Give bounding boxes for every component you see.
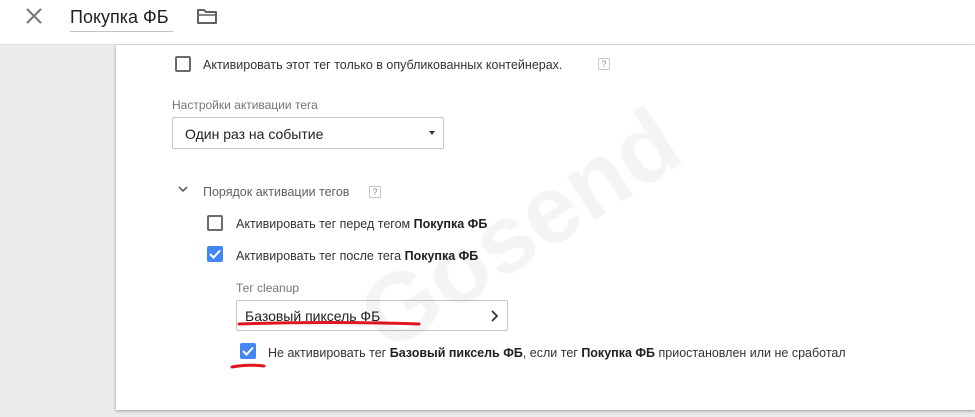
published-only-help-icon[interactable]: ? [598,58,610,70]
fire-after-checkbox[interactable] [207,246,223,262]
firing-options-label: Настройки активации тега [172,98,318,112]
dont-fire-checkbox[interactable] [240,343,256,359]
sequencing-help-icon[interactable]: ? [369,186,381,198]
checkmark-icon [242,346,254,356]
published-only-label: Активировать этот тег только в опубликов… [203,58,563,72]
dont-fire-label: Не активировать тег Базовый пиксель ФБ, … [268,346,846,360]
fire-before-label: Активировать тег перед тегом Покупка ФБ [236,217,488,231]
folder-icon[interactable] [196,6,218,26]
checkmark-icon [209,249,221,259]
published-only-checkbox[interactable] [175,56,191,72]
chevron-down-icon[interactable] [176,184,190,196]
cleanup-tag-value: Базовый пиксель ФБ [245,308,381,324]
fire-after-label: Активировать тег после тега Покупка ФБ [236,249,479,263]
firing-options-value: Один раз на событие [185,126,324,142]
tag-name-input[interactable]: Покупка ФБ [70,5,173,32]
cleanup-tag-label: Тег cleanup [236,281,300,295]
dropdown-arrow-icon [429,131,435,135]
chevron-right-icon [491,310,499,322]
top-bar: Покупка ФБ [0,0,975,45]
tag-sequencing-title[interactable]: Порядок активации тегов [203,184,349,200]
close-icon[interactable] [22,4,46,28]
firing-options-select[interactable]: Один раз на событие [172,117,444,149]
fire-before-checkbox[interactable] [207,215,223,231]
cleanup-tag-selector[interactable]: Базовый пиксель ФБ [236,300,508,331]
